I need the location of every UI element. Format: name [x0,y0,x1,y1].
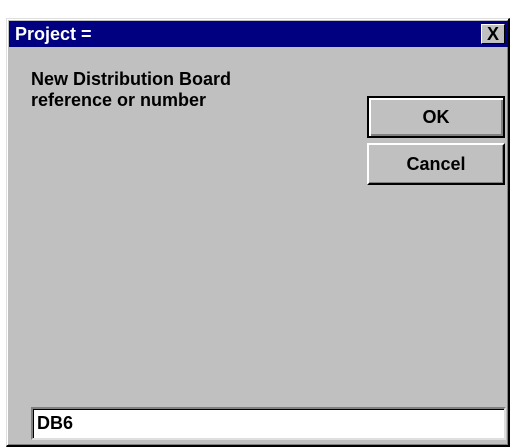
cancel-button-label: Cancel [406,153,466,174]
input-value: DB6 [37,413,74,433]
screen: Project = X New Distribution Board refer… [0,0,512,447]
prompt-label: New Distribution Board reference or numb… [31,69,232,110]
close-button[interactable]: X [481,24,505,44]
title-bar: Project = X [9,21,508,47]
distribution-board-reference-input[interactable]: DB6 [31,407,506,440]
ok-button-label: OK [422,106,450,127]
window-title: Project = [15,23,92,44]
project-dialog: Project = X New Distribution Board refer… [6,18,510,447]
ok-button[interactable]: OK [367,96,505,138]
close-icon: X [486,24,499,44]
cancel-button[interactable]: Cancel [367,143,505,185]
